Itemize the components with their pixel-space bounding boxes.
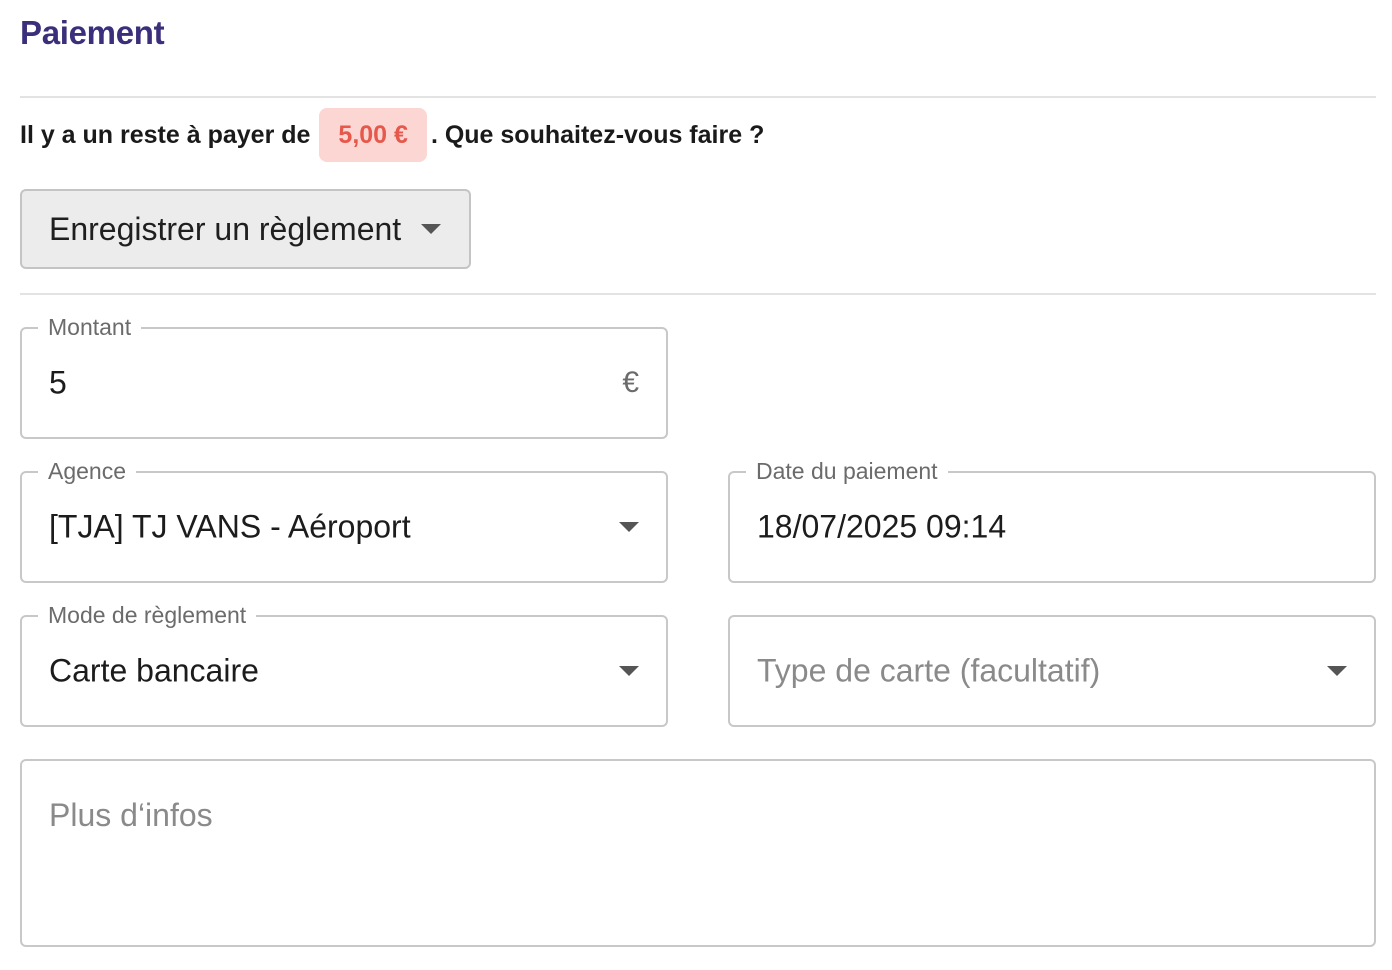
remaining-amount-badge: 5,00 € xyxy=(319,108,427,162)
agency-select-value: [TJA] TJ VANS - Aéroport xyxy=(49,508,411,545)
more-info-placeholder: Plus d‘infos xyxy=(49,797,213,833)
card-type-select[interactable]: Type de carte (facultatif) xyxy=(728,615,1376,727)
chevron-down-icon xyxy=(1327,666,1347,676)
agency-select-label: Agence xyxy=(38,456,137,486)
more-info-textarea[interactable]: Plus d‘infos xyxy=(20,759,1376,947)
remaining-text-after: . Que souhaitez-vous faire ? xyxy=(430,120,765,149)
page-title: Paiement xyxy=(20,14,165,51)
euro-currency-icon: € xyxy=(622,366,639,399)
card-type-placeholder: Type de carte (facultatif) xyxy=(757,652,1101,689)
payment-date-field[interactable]: Date du paiement 18/07/2025 09:14 xyxy=(728,456,1376,583)
amount-field[interactable]: Montant 5 € xyxy=(20,312,668,439)
divider xyxy=(20,293,1376,295)
payment-date-value: 18/07/2025 09:14 xyxy=(757,508,1007,545)
payment-date-label: Date du paiement xyxy=(746,456,948,486)
amount-field-label: Montant xyxy=(38,312,142,342)
record-payment-dropdown[interactable]: Enregistrer un règlement xyxy=(20,189,471,269)
payment-method-label: Mode de règlement xyxy=(38,600,257,630)
remaining-text-before: Il y a un reste à payer de xyxy=(20,120,311,149)
amount-field-value: 5 xyxy=(49,364,67,401)
agency-select[interactable]: Agence [TJA] TJ VANS - Aéroport xyxy=(20,456,668,583)
divider xyxy=(20,96,1376,98)
chevron-down-icon xyxy=(421,224,442,234)
chevron-down-icon xyxy=(619,666,639,676)
chevron-down-icon xyxy=(619,522,639,532)
payment-method-value: Carte bancaire xyxy=(49,652,259,689)
payment-method-select[interactable]: Mode de règlement Carte bancaire xyxy=(20,600,668,727)
record-payment-dropdown-label: Enregistrer un règlement xyxy=(49,210,402,247)
remaining-balance-message: Il y a un reste à payer de 5,00 € . Que … xyxy=(20,108,764,162)
